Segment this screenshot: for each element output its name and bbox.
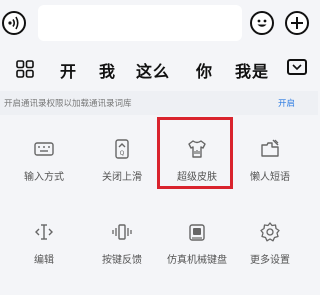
tool-close-swipe[interactable]: Q 关闭上滑 — [82, 120, 162, 206]
tool-key-feedback[interactable]: 按键反馈 — [82, 203, 162, 289]
mechanical-key-icon — [189, 224, 205, 241]
candidate-bar: 开 我 这么 你 我是 — [0, 46, 318, 91]
candidate-word[interactable]: 这么 — [136, 58, 170, 82]
tool-label: 输入方式 — [24, 172, 64, 183]
quick-phrase-icon — [261, 139, 279, 157]
more-actions-button[interactable] — [285, 11, 309, 35]
candidate-word[interactable]: 你 — [196, 58, 213, 82]
message-input[interactable] — [38, 5, 242, 41]
swipe-up-icon: Q — [115, 139, 129, 159]
tool-label: 编辑 — [34, 255, 54, 266]
keyboard-icon — [34, 142, 54, 156]
hide-keyboard-button[interactable] — [287, 59, 307, 75]
tool-input-method[interactable]: 输入方式 — [4, 120, 84, 206]
vibration-icon — [112, 224, 132, 240]
gear-icon — [260, 222, 280, 242]
candidate-word[interactable]: 开 — [60, 58, 77, 82]
tool-label: 仿真机械键盘 — [167, 255, 227, 266]
tool-label: 更多设置 — [250, 255, 290, 266]
tool-more-settings[interactable]: 更多设置 — [230, 203, 310, 289]
tool-edit[interactable]: 编辑 — [4, 203, 84, 289]
grid-menu-icon[interactable] — [16, 60, 34, 78]
contacts-permission-banner: 开启通讯录权限以加载通讯录词库 开启 — [0, 91, 318, 115]
input-bar — [0, 0, 318, 46]
smiley-icon — [257, 19, 267, 27]
banner-message: 开启通讯录权限以加载通讯录词库 — [4, 99, 132, 109]
plus-icon — [291, 17, 303, 29]
candidate-word[interactable]: 我是 — [235, 58, 269, 82]
chevron-down-icon — [292, 64, 302, 71]
tool-label: 按键反馈 — [102, 255, 142, 266]
voice-input-button[interactable] — [2, 11, 26, 35]
sound-wave-icon — [8, 16, 19, 30]
tool-label: 懒人短语 — [250, 172, 290, 183]
emoji-button[interactable] — [250, 11, 274, 35]
text-cursor-icon — [35, 224, 53, 240]
highlight-box — [157, 117, 233, 189]
tool-mechanical-keyboard[interactable]: 仿真机械键盘 — [157, 203, 237, 289]
tool-label: 关闭上滑 — [102, 172, 142, 183]
enable-contacts-link[interactable]: 开启 — [278, 97, 295, 109]
candidate-word[interactable]: 我 — [99, 58, 116, 82]
tool-quick-phrase[interactable]: 懒人短语 — [230, 120, 310, 206]
svg-text:Q: Q — [120, 150, 125, 157]
